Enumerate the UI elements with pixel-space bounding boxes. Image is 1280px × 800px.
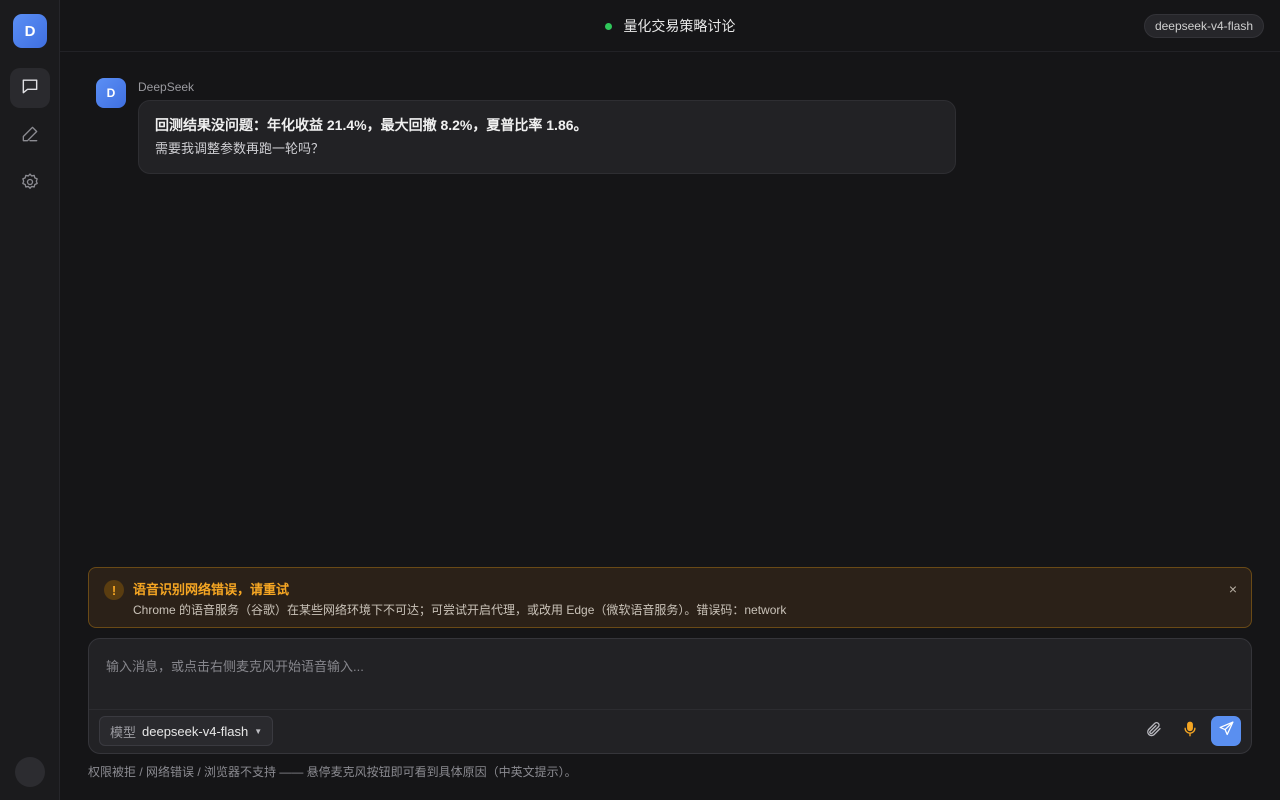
model-select-label: 模型 (110, 724, 137, 740)
app-logo[interactable]: D (13, 14, 47, 48)
sidebar-item-chat[interactable] (10, 68, 50, 108)
chat-icon (20, 76, 40, 100)
voice-error-banner: ! 语音识别网络错误，请重试 Chrome 的语音服务（谷歌）在某些网络环境下不… (88, 567, 1252, 628)
model-badge: deepseek-v4-flash (1143, 14, 1264, 38)
model-select[interactable]: 模型 deepseek-v4-flash ▼ (99, 716, 274, 746)
warning-icon: ! (104, 580, 124, 600)
header: 量化交易策略讨论 deepseek-v4-flash (60, 0, 1280, 52)
message-author: DeepSeek (138, 80, 195, 94)
message-bubble: 回测结果没问题：年化收益 21.4%，最大回撤 8.2%，夏普比率 1.86。 … (138, 100, 956, 174)
sidebar: D (0, 0, 60, 800)
composer: 模型 deepseek-v4-flash ▼ (88, 638, 1252, 754)
composer-divider (89, 709, 1251, 710)
sidebar-item-edit[interactable] (10, 116, 50, 156)
attach-button[interactable] (1140, 717, 1168, 745)
close-icon[interactable]: × (1229, 581, 1237, 597)
composer-footnote: 权限被拒 / 网络错误 / 浏览器不支持 —— 悬停麦克风按钮即可看到具体原因（… (88, 765, 577, 779)
message-text-line2: 需要我调整参数再跑一轮吗？ (155, 141, 325, 156)
send-button[interactable] (1211, 716, 1241, 746)
conversation-title-wrap: 量化交易策略讨论 (60, 16, 1280, 36)
model-select-value: deepseek-v4-flash (142, 723, 249, 739)
message-input[interactable] (90, 640, 1250, 708)
paperclip-icon (1145, 720, 1163, 743)
user-avatar[interactable] (15, 757, 45, 787)
warning-detail: Chrome 的语音服务（谷歌）在某些网络环境下不可达；可尝试开启代理，或改用 … (133, 603, 787, 617)
warning-title: 语音识别网络错误，请重试 (133, 582, 290, 597)
pen-icon (20, 124, 40, 148)
caret-down-icon: ▼ (254, 726, 263, 736)
microphone-icon (1181, 720, 1199, 743)
assistant-avatar: D (96, 78, 126, 108)
message-text-line1: 回测结果没问题：年化收益 21.4%，最大回撤 8.2%，夏普比率 1.86。 (155, 117, 588, 133)
send-icon (1218, 720, 1235, 742)
microphone-button[interactable] (1176, 717, 1204, 745)
gear-icon (20, 172, 40, 196)
conversation-title: 量化交易策略讨论 (623, 18, 736, 34)
status-dot (604, 22, 612, 30)
sidebar-item-settings[interactable] (10, 164, 50, 204)
